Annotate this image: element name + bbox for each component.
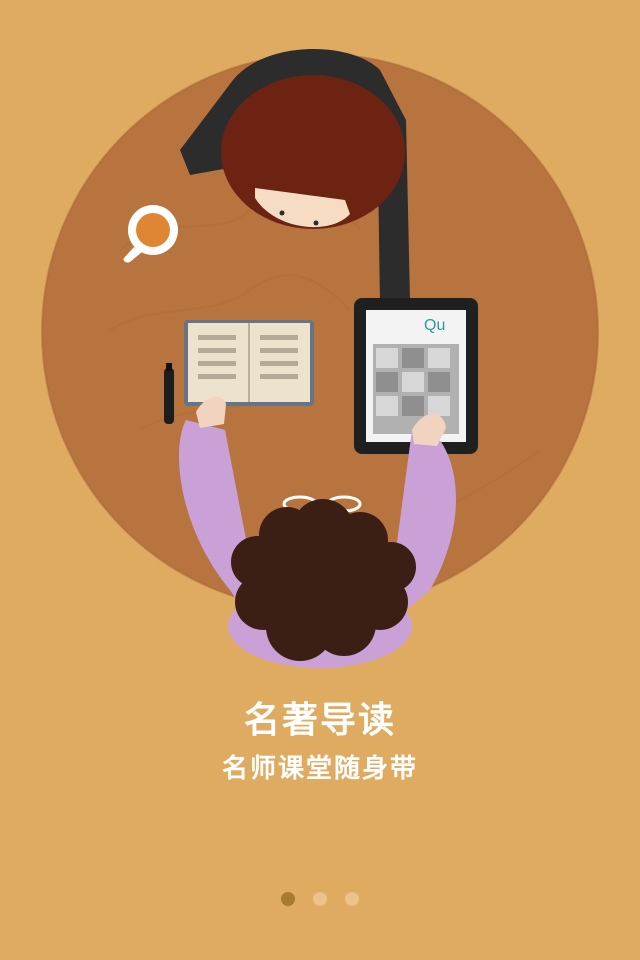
onboarding-copy: 名著导读 名师课堂随身带	[0, 696, 640, 786]
page-dot-3[interactable]	[345, 892, 359, 906]
page-title: 名著导读	[243, 700, 396, 741]
tablet-logo-text: Qu	[424, 317, 445, 334]
open-book	[184, 320, 314, 406]
pen	[164, 363, 174, 424]
page-subtitle: 名师课堂随身带	[221, 754, 418, 784]
illustration: Qu	[41, 49, 599, 668]
onboarding-screen[interactable]: Qu 名著导读 名师课堂随身带	[0, 0, 640, 960]
page-dot-1[interactable]	[281, 892, 295, 906]
page-dot-2[interactable]	[313, 892, 327, 906]
page-indicator[interactable]	[0, 892, 640, 910]
